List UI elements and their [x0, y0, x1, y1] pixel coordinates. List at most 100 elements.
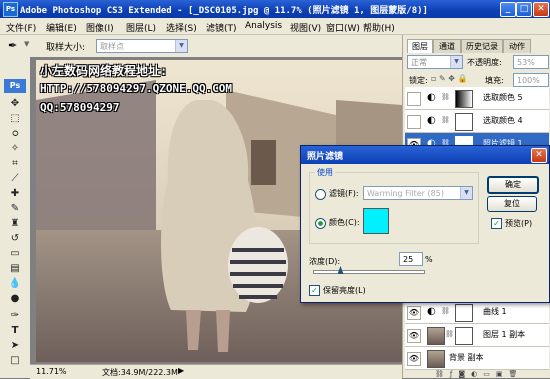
ok-button[interactable]: 确定 [487, 176, 539, 194]
layer-name: 背景 副本 [449, 353, 484, 362]
link-layers-icon[interactable]: ⛓ [435, 370, 450, 378]
filter-select[interactable]: Warming Filter (85) ▼ [363, 186, 473, 200]
opacity-label: 不透明度: [467, 58, 502, 67]
trash-icon[interactable]: 🗑 [509, 370, 524, 378]
eye-icon[interactable]: 👁 [407, 306, 421, 320]
density-label: 浓度(D): [309, 257, 341, 266]
lasso-tool-icon[interactable]: ഠ [8, 127, 22, 140]
filter-radio[interactable] [315, 189, 326, 200]
menu-filter[interactable]: 滤镜(T) [206, 21, 237, 34]
clone-stamp-tool-icon[interactable]: ♜ [8, 217, 22, 230]
window-title: Adobe Photoshop CS3 Extended - [_DSC0105… [20, 6, 428, 16]
preserve-luminosity-checkbox[interactable]: ✓ [309, 285, 320, 296]
menu-layer[interactable]: 图层(L) [126, 21, 156, 34]
adjustment-layer-icon: ◐ [427, 92, 436, 103]
slice-tool-icon[interactable]: ⟋ [8, 172, 22, 185]
lock-icons[interactable]: ▫ ✎ ✥ 🔒 [431, 74, 467, 83]
layer-row[interactable]: 👁 背景 副本 [405, 347, 549, 370]
layer-mask-thumbnail[interactable] [455, 90, 473, 108]
layer-row[interactable]: 👁 ◐ ⛓ 曲线 1 [405, 301, 549, 324]
eye-icon[interactable]: 👁 [407, 352, 421, 366]
gradient-tool-icon[interactable]: ▤ [8, 262, 22, 275]
layer-row[interactable]: ◐ ⛓ 选取颜色 5 [405, 87, 549, 110]
fill-input[interactable]: 100% [513, 73, 549, 87]
dodge-tool-icon[interactable]: ● [8, 292, 22, 305]
history-brush-tool-icon[interactable]: ↺ [8, 232, 22, 245]
adjustment-layer-icon: ◐ [427, 306, 436, 317]
filter-label: 滤镜(F): [329, 189, 359, 198]
maximize-button[interactable]: □ [516, 2, 532, 17]
density-value: 25 [403, 255, 414, 264]
layer-thumbnail[interactable] [427, 327, 445, 345]
folder-icon[interactable]: ▭ [483, 370, 496, 378]
sample-size-label: 取样大小: [46, 43, 86, 53]
opacity-value: 53% [517, 58, 535, 67]
density-unit: % [425, 255, 433, 264]
watermark-line-3: QQ:578094297 [40, 101, 120, 114]
preview-label: 预览(P) [505, 219, 533, 228]
chevron-down-icon: ▼ [175, 40, 187, 52]
eraser-tool-icon[interactable]: ▭ [8, 247, 22, 260]
tab-actions[interactable]: 动作 [503, 39, 531, 53]
opacity-input[interactable]: 53% [513, 55, 549, 69]
layer-row[interactable]: ◐ ⛓ 选取颜色 4 [405, 110, 549, 133]
pen-tool-icon[interactable]: ✑ [8, 309, 22, 322]
layer-name: 曲线 1 [483, 307, 507, 316]
add-mask-icon[interactable]: ◙ [458, 370, 471, 378]
blend-mode-value: 正常 [411, 58, 427, 67]
menu-help[interactable]: 帮助(H) [363, 21, 395, 34]
magic-wand-tool-icon[interactable]: ✧ [8, 142, 22, 155]
visibility-toggle[interactable] [407, 115, 421, 129]
dialog-title-bar[interactable]: 照片滤镜 ✕ [301, 146, 549, 164]
menu-bar: 文件(F) 编辑(E) 图像(I) 图层(L) 选择(S) 滤镜(T) Anal… [0, 18, 550, 35]
menu-edit[interactable]: 编辑(E) [46, 21, 77, 34]
new-layer-icon[interactable]: ▣ [496, 370, 509, 378]
status-menu-arrow-icon[interactable]: ▶ [178, 366, 184, 375]
sample-size-select[interactable]: 取样点 ▼ [96, 39, 188, 53]
minimize-button[interactable]: _ [500, 2, 516, 17]
blend-mode-select[interactable]: 正常 ▼ [407, 55, 463, 69]
tab-layers[interactable]: 图层 [407, 39, 433, 53]
menu-analysis[interactable]: Analysis [245, 21, 282, 31]
layer-thumbnail[interactable] [427, 350, 445, 368]
toolbox: Ps ✥ ⬚ ഠ ✧ ⌗ ⟋ ✚ ✎ ♜ ↺ ▭ ▤ 💧 ● ✑ T ➤ □ [0, 57, 31, 378]
reset-button[interactable]: 复位 [487, 196, 537, 212]
adjustment-layer-icon: ◐ [427, 115, 436, 126]
tab-channels[interactable]: 通道 [433, 39, 461, 53]
layer-mask-thumbnail[interactable] [455, 327, 473, 345]
brush-tool-icon[interactable]: ✎ [8, 202, 22, 215]
eyedropper-icon[interactable]: ✒ [8, 39, 17, 52]
crop-tool-icon[interactable]: ⌗ [8, 157, 22, 170]
tool-preset-arrow-icon[interactable]: ▼ [24, 40, 29, 48]
menu-select[interactable]: 选择(S) [166, 21, 197, 34]
fill-label: 填充: [485, 76, 504, 85]
blur-tool-icon[interactable]: 💧 [8, 277, 22, 290]
path-selection-tool-icon[interactable]: ➤ [8, 339, 22, 352]
type-tool-icon[interactable]: T [8, 324, 22, 337]
fill-value: 100% [517, 76, 540, 85]
color-swatch[interactable] [363, 208, 389, 234]
eye-icon[interactable]: 👁 [407, 329, 421, 343]
layer-row[interactable]: 👁 ⛓ 图层 1 副本 [405, 324, 549, 347]
marquee-tool-icon[interactable]: ⬚ [8, 112, 22, 125]
healing-brush-tool-icon[interactable]: ✚ [8, 187, 22, 200]
layer-mask-thumbnail[interactable] [455, 113, 473, 131]
sample-size-value: 取样点 [100, 42, 124, 51]
density-input[interactable]: 25 [399, 252, 423, 266]
zoom-level[interactable]: 11.71% [36, 367, 67, 376]
menu-image[interactable]: 图像(I) [86, 21, 114, 34]
layer-mask-thumbnail[interactable] [455, 304, 473, 322]
dialog-close-button[interactable]: ✕ [531, 148, 547, 163]
menu-file[interactable]: 文件(F) [6, 21, 36, 34]
adjustment-icon[interactable]: ◐ [471, 370, 483, 378]
menu-window[interactable]: 窗口(W) [326, 21, 360, 34]
tab-history[interactable]: 历史记录 [461, 39, 503, 53]
preview-checkbox[interactable]: ✓ [491, 218, 502, 229]
menu-view[interactable]: 视图(V) [290, 21, 321, 34]
density-slider-track[interactable] [313, 270, 425, 274]
color-radio[interactable] [315, 218, 326, 229]
close-button[interactable]: ✕ [533, 2, 549, 17]
rectangle-tool-icon[interactable]: □ [8, 354, 22, 367]
visibility-toggle[interactable] [407, 92, 421, 106]
move-tool-icon[interactable]: ✥ [8, 97, 22, 110]
